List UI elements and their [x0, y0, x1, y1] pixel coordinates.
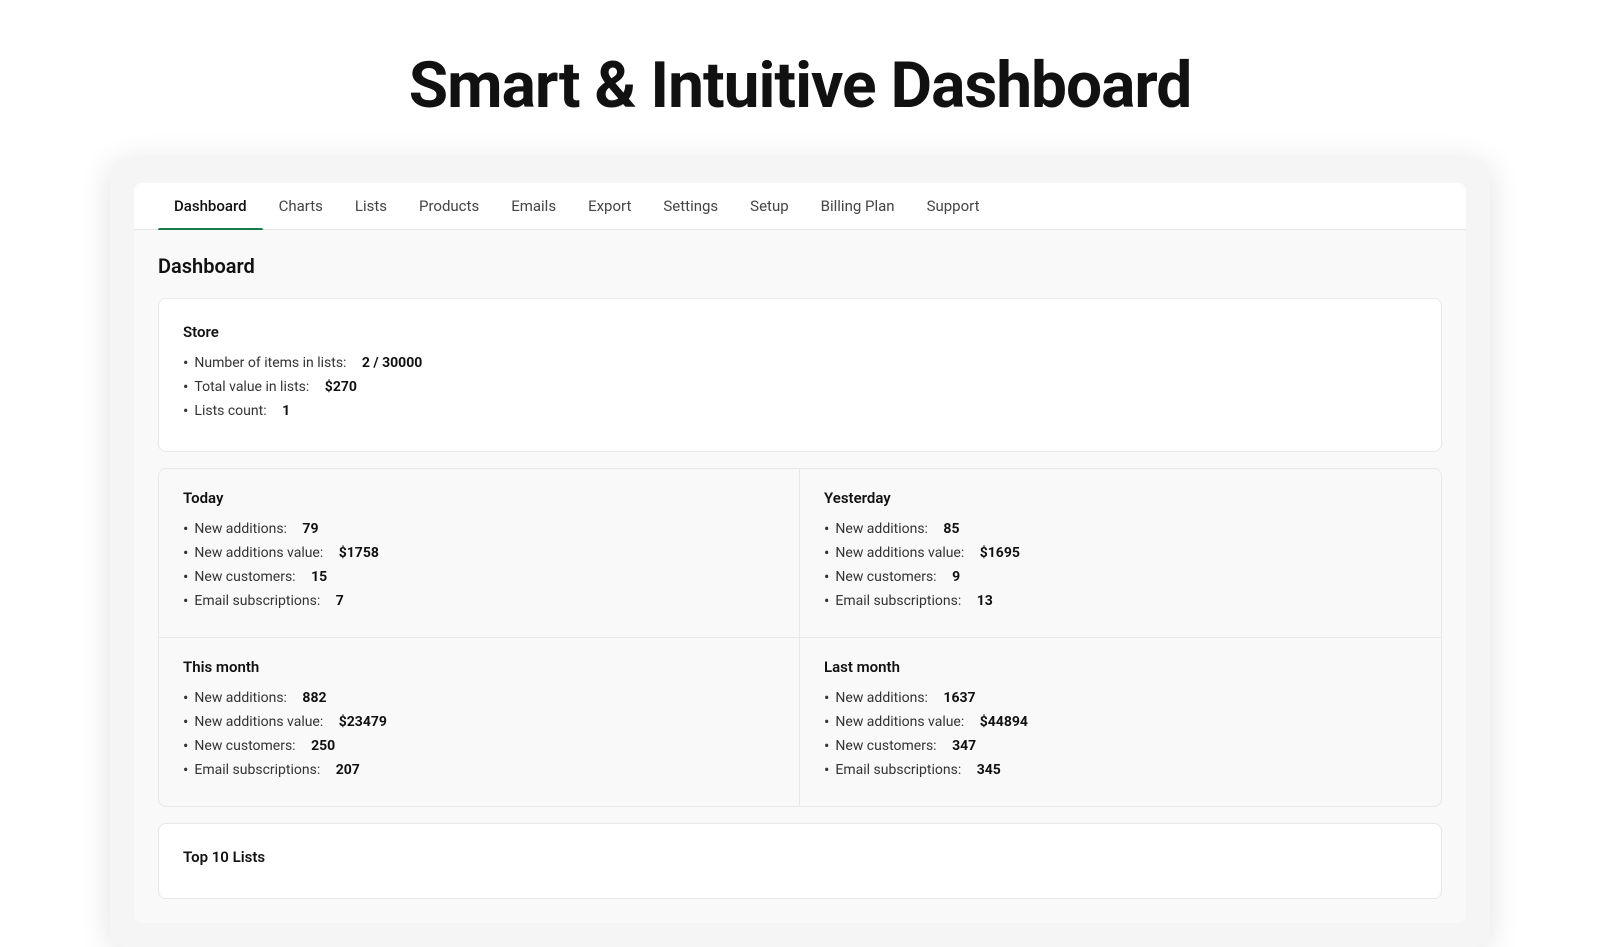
- yesterday-new-customers: New customers: 9: [824, 569, 1417, 585]
- nav-item-emails[interactable]: Emails: [495, 183, 572, 229]
- top-lists-card: Top 10 Lists: [158, 823, 1442, 899]
- top-lists-title: Top 10 Lists: [183, 848, 1417, 866]
- content-area: Dashboard Store Number of items in lists…: [134, 230, 1466, 923]
- yesterday-stats-list: New additions: 85 New additions value: $…: [824, 521, 1417, 609]
- this-month-new-additions-value: New additions value: $23479: [183, 714, 775, 730]
- this-month-last-month-row: This month New additions: 882 New additi…: [159, 638, 1441, 806]
- today-new-additions: New additions: 79: [183, 521, 775, 537]
- today-email-subscriptions: Email subscriptions: 7: [183, 593, 775, 609]
- nav-item-charts[interactable]: Charts: [263, 183, 339, 229]
- app-container: Dashboard Charts Lists Products Emails E…: [134, 183, 1466, 923]
- store-stats-list: Number of items in lists: 2 / 30000 Tota…: [183, 355, 1417, 419]
- nav-bar: Dashboard Charts Lists Products Emails E…: [134, 183, 1466, 230]
- this-month-stats-list: New additions: 882 New additions value: …: [183, 690, 775, 778]
- store-title: Store: [183, 323, 1417, 341]
- nav-item-billing[interactable]: Billing Plan: [805, 183, 911, 229]
- today-title: Today: [183, 489, 775, 507]
- nav-item-dashboard[interactable]: Dashboard: [158, 183, 263, 229]
- this-month-panel: This month New additions: 882 New additi…: [159, 638, 800, 806]
- nav-item-settings[interactable]: Settings: [647, 183, 734, 229]
- last-month-new-customers: New customers: 347: [824, 738, 1417, 754]
- last-month-title: Last month: [824, 658, 1417, 676]
- store-total-value: Total value in lists: $270: [183, 379, 1417, 395]
- this-month-new-customers: New customers: 250: [183, 738, 775, 754]
- nav-item-support[interactable]: Support: [911, 183, 996, 229]
- nav-item-products[interactable]: Products: [403, 183, 495, 229]
- last-month-panel: Last month New additions: 1637 New addit…: [800, 638, 1441, 806]
- store-items-in-lists: Number of items in lists: 2 / 30000: [183, 355, 1417, 371]
- nav-item-setup[interactable]: Setup: [734, 183, 804, 229]
- nav-item-export[interactable]: Export: [572, 183, 647, 229]
- yesterday-panel: Yesterday New additions: 85 New addition…: [800, 469, 1441, 637]
- last-month-new-additions-value: New additions value: $44894: [824, 714, 1417, 730]
- today-panel: Today New additions: 79 New additions va…: [159, 469, 800, 637]
- this-month-title: This month: [183, 658, 775, 676]
- today-yesterday-card: Today New additions: 79 New additions va…: [158, 468, 1442, 807]
- this-month-email-subscriptions: Email subscriptions: 207: [183, 762, 775, 778]
- store-card: Store Number of items in lists: 2 / 3000…: [158, 298, 1442, 452]
- last-month-email-subscriptions: Email subscriptions: 345: [824, 762, 1417, 778]
- page-headline: Smart & Intuitive Dashboard: [409, 0, 1192, 159]
- yesterday-email-subscriptions: Email subscriptions: 13: [824, 593, 1417, 609]
- yesterday-title: Yesterday: [824, 489, 1417, 507]
- today-new-customers: New customers: 15: [183, 569, 775, 585]
- store-lists-count: Lists count: 1: [183, 403, 1417, 419]
- last-month-new-additions: New additions: 1637: [824, 690, 1417, 706]
- today-stats-list: New additions: 79 New additions value: $…: [183, 521, 775, 609]
- yesterday-new-additions-value: New additions value: $1695: [824, 545, 1417, 561]
- page-title: Dashboard: [158, 254, 1442, 278]
- last-month-stats-list: New additions: 1637 New additions value:…: [824, 690, 1417, 778]
- nav-item-lists[interactable]: Lists: [339, 183, 403, 229]
- today-yesterday-row: Today New additions: 79 New additions va…: [159, 469, 1441, 637]
- yesterday-new-additions: New additions: 85: [824, 521, 1417, 537]
- today-new-additions-value: New additions value: $1758: [183, 545, 775, 561]
- this-month-new-additions: New additions: 882: [183, 690, 775, 706]
- browser-frame: Dashboard Charts Lists Products Emails E…: [110, 159, 1490, 947]
